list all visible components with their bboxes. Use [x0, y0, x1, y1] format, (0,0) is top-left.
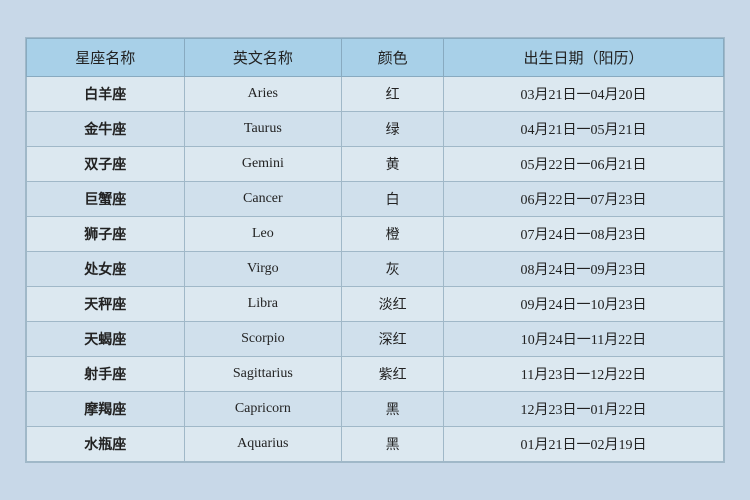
col-header-dates: 出生日期（阳历） — [444, 39, 724, 77]
cell-dates: 04月21日一05月21日 — [444, 112, 724, 147]
cell-dates: 08月24日一09月23日 — [444, 252, 724, 287]
col-header-english: 英文名称 — [184, 39, 342, 77]
cell-english: Cancer — [184, 182, 342, 217]
cell-color: 黄 — [342, 147, 444, 182]
cell-dates: 11月23日一12月22日 — [444, 357, 724, 392]
cell-dates: 07月24日一08月23日 — [444, 217, 724, 252]
table-row: 天秤座Libra淡红09月24日一10月23日 — [27, 287, 724, 322]
cell-dates: 12月23日一01月22日 — [444, 392, 724, 427]
table-row: 处女座Virgo灰08月24日一09月23日 — [27, 252, 724, 287]
cell-chinese: 处女座 — [27, 252, 185, 287]
col-header-chinese: 星座名称 — [27, 39, 185, 77]
zodiac-table-container: 星座名称 英文名称 颜色 出生日期（阳历） 白羊座Aries红03月21日一04… — [25, 37, 725, 463]
table-row: 双子座Gemini黄05月22日一06月21日 — [27, 147, 724, 182]
table-row: 白羊座Aries红03月21日一04月20日 — [27, 77, 724, 112]
cell-chinese: 白羊座 — [27, 77, 185, 112]
cell-english: Capricorn — [184, 392, 342, 427]
cell-dates: 09月24日一10月23日 — [444, 287, 724, 322]
cell-chinese: 天蝎座 — [27, 322, 185, 357]
cell-color: 淡红 — [342, 287, 444, 322]
cell-english: Leo — [184, 217, 342, 252]
cell-english: Scorpio — [184, 322, 342, 357]
cell-color: 灰 — [342, 252, 444, 287]
table-row: 射手座Sagittarius紫红11月23日一12月22日 — [27, 357, 724, 392]
cell-english: Gemini — [184, 147, 342, 182]
cell-color: 橙 — [342, 217, 444, 252]
table-row: 巨蟹座Cancer白06月22日一07月23日 — [27, 182, 724, 217]
table-header-row: 星座名称 英文名称 颜色 出生日期（阳历） — [27, 39, 724, 77]
cell-color: 黑 — [342, 392, 444, 427]
cell-english: Sagittarius — [184, 357, 342, 392]
table-body: 白羊座Aries红03月21日一04月20日金牛座Taurus绿04月21日一0… — [27, 77, 724, 462]
table-row: 摩羯座Capricorn黑12月23日一01月22日 — [27, 392, 724, 427]
cell-dates: 01月21日一02月19日 — [444, 427, 724, 462]
cell-chinese: 摩羯座 — [27, 392, 185, 427]
cell-chinese: 双子座 — [27, 147, 185, 182]
cell-chinese: 水瓶座 — [27, 427, 185, 462]
cell-color: 黑 — [342, 427, 444, 462]
cell-chinese: 金牛座 — [27, 112, 185, 147]
table-row: 狮子座Leo橙07月24日一08月23日 — [27, 217, 724, 252]
cell-english: Taurus — [184, 112, 342, 147]
table-row: 水瓶座Aquarius黑01月21日一02月19日 — [27, 427, 724, 462]
zodiac-table: 星座名称 英文名称 颜色 出生日期（阳历） 白羊座Aries红03月21日一04… — [26, 38, 724, 462]
col-header-color: 颜色 — [342, 39, 444, 77]
cell-english: Libra — [184, 287, 342, 322]
table-row: 天蝎座Scorpio深红10月24日一11月22日 — [27, 322, 724, 357]
cell-english: Aries — [184, 77, 342, 112]
cell-dates: 10月24日一11月22日 — [444, 322, 724, 357]
cell-chinese: 狮子座 — [27, 217, 185, 252]
cell-chinese: 巨蟹座 — [27, 182, 185, 217]
cell-dates: 05月22日一06月21日 — [444, 147, 724, 182]
cell-color: 绿 — [342, 112, 444, 147]
cell-english: Aquarius — [184, 427, 342, 462]
cell-dates: 03月21日一04月20日 — [444, 77, 724, 112]
cell-color: 深红 — [342, 322, 444, 357]
cell-english: Virgo — [184, 252, 342, 287]
cell-chinese: 射手座 — [27, 357, 185, 392]
cell-color: 紫红 — [342, 357, 444, 392]
cell-color: 白 — [342, 182, 444, 217]
table-row: 金牛座Taurus绿04月21日一05月21日 — [27, 112, 724, 147]
cell-color: 红 — [342, 77, 444, 112]
cell-dates: 06月22日一07月23日 — [444, 182, 724, 217]
cell-chinese: 天秤座 — [27, 287, 185, 322]
